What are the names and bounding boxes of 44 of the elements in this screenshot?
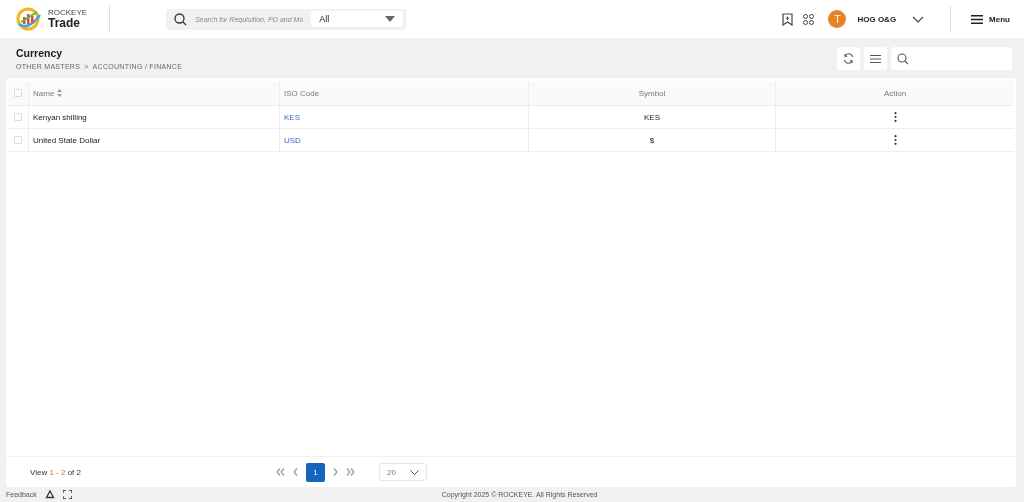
record-count: View 1 - 2 of 2 [30,467,82,477]
logo-icon [16,7,42,31]
scope-dropdown[interactable]: All [311,11,404,27]
currency-symbol: KES [644,112,660,122]
page-button[interactable]: 1 [306,462,325,482]
chevron-down-icon [410,469,419,475]
caret-icon [385,16,396,22]
first-page-icon[interactable] [276,468,285,476]
page-title: Currency [16,47,64,59]
column-header: Name [33,88,55,98]
search-icon [174,12,188,26]
row-checkbox[interactable] [14,136,22,144]
column-header: Symbol [638,88,666,98]
last-page-icon[interactable] [346,468,355,476]
currency-name: Kenyan shilling [33,112,87,122]
row-checkbox[interactable] [14,113,22,121]
currency-name: United State Dollar [33,135,101,145]
currency-symbol: $ [649,135,655,145]
refresh-button[interactable] [837,47,860,70]
search-icon [897,52,909,65]
refresh-icon [843,53,854,64]
menu-button[interactable]: Menu [971,14,1010,24]
iso-code-link[interactable]: KES [284,112,300,122]
table-search-field[interactable] [891,47,1012,70]
select-all-checkbox[interactable] [14,89,22,97]
brand-subtitle: ROCKEYE [48,9,88,17]
more-options-icon[interactable] [893,135,897,145]
sort-icon[interactable] [57,89,63,97]
next-page-icon[interactable] [333,468,338,476]
previous-page-icon[interactable] [293,468,298,476]
column-header: Action [883,88,907,98]
chevron-down-icon[interactable] [912,15,925,23]
bookmark-icon[interactable] [782,12,794,26]
expand-icon[interactable] [62,490,72,499]
grid-icon[interactable] [803,13,815,25]
menu-icon [971,14,984,24]
page-size-dropdown[interactable]: 20 [379,463,427,481]
lines-icon [870,54,881,63]
brand-name: Trade [48,17,81,29]
iso-code-link[interactable]: USD [284,135,301,145]
list-button[interactable] [864,47,887,70]
more-options-icon[interactable] [893,112,897,122]
column-header: ISO Code [284,88,320,98]
user-name[interactable]: HOG O&G [857,14,897,24]
